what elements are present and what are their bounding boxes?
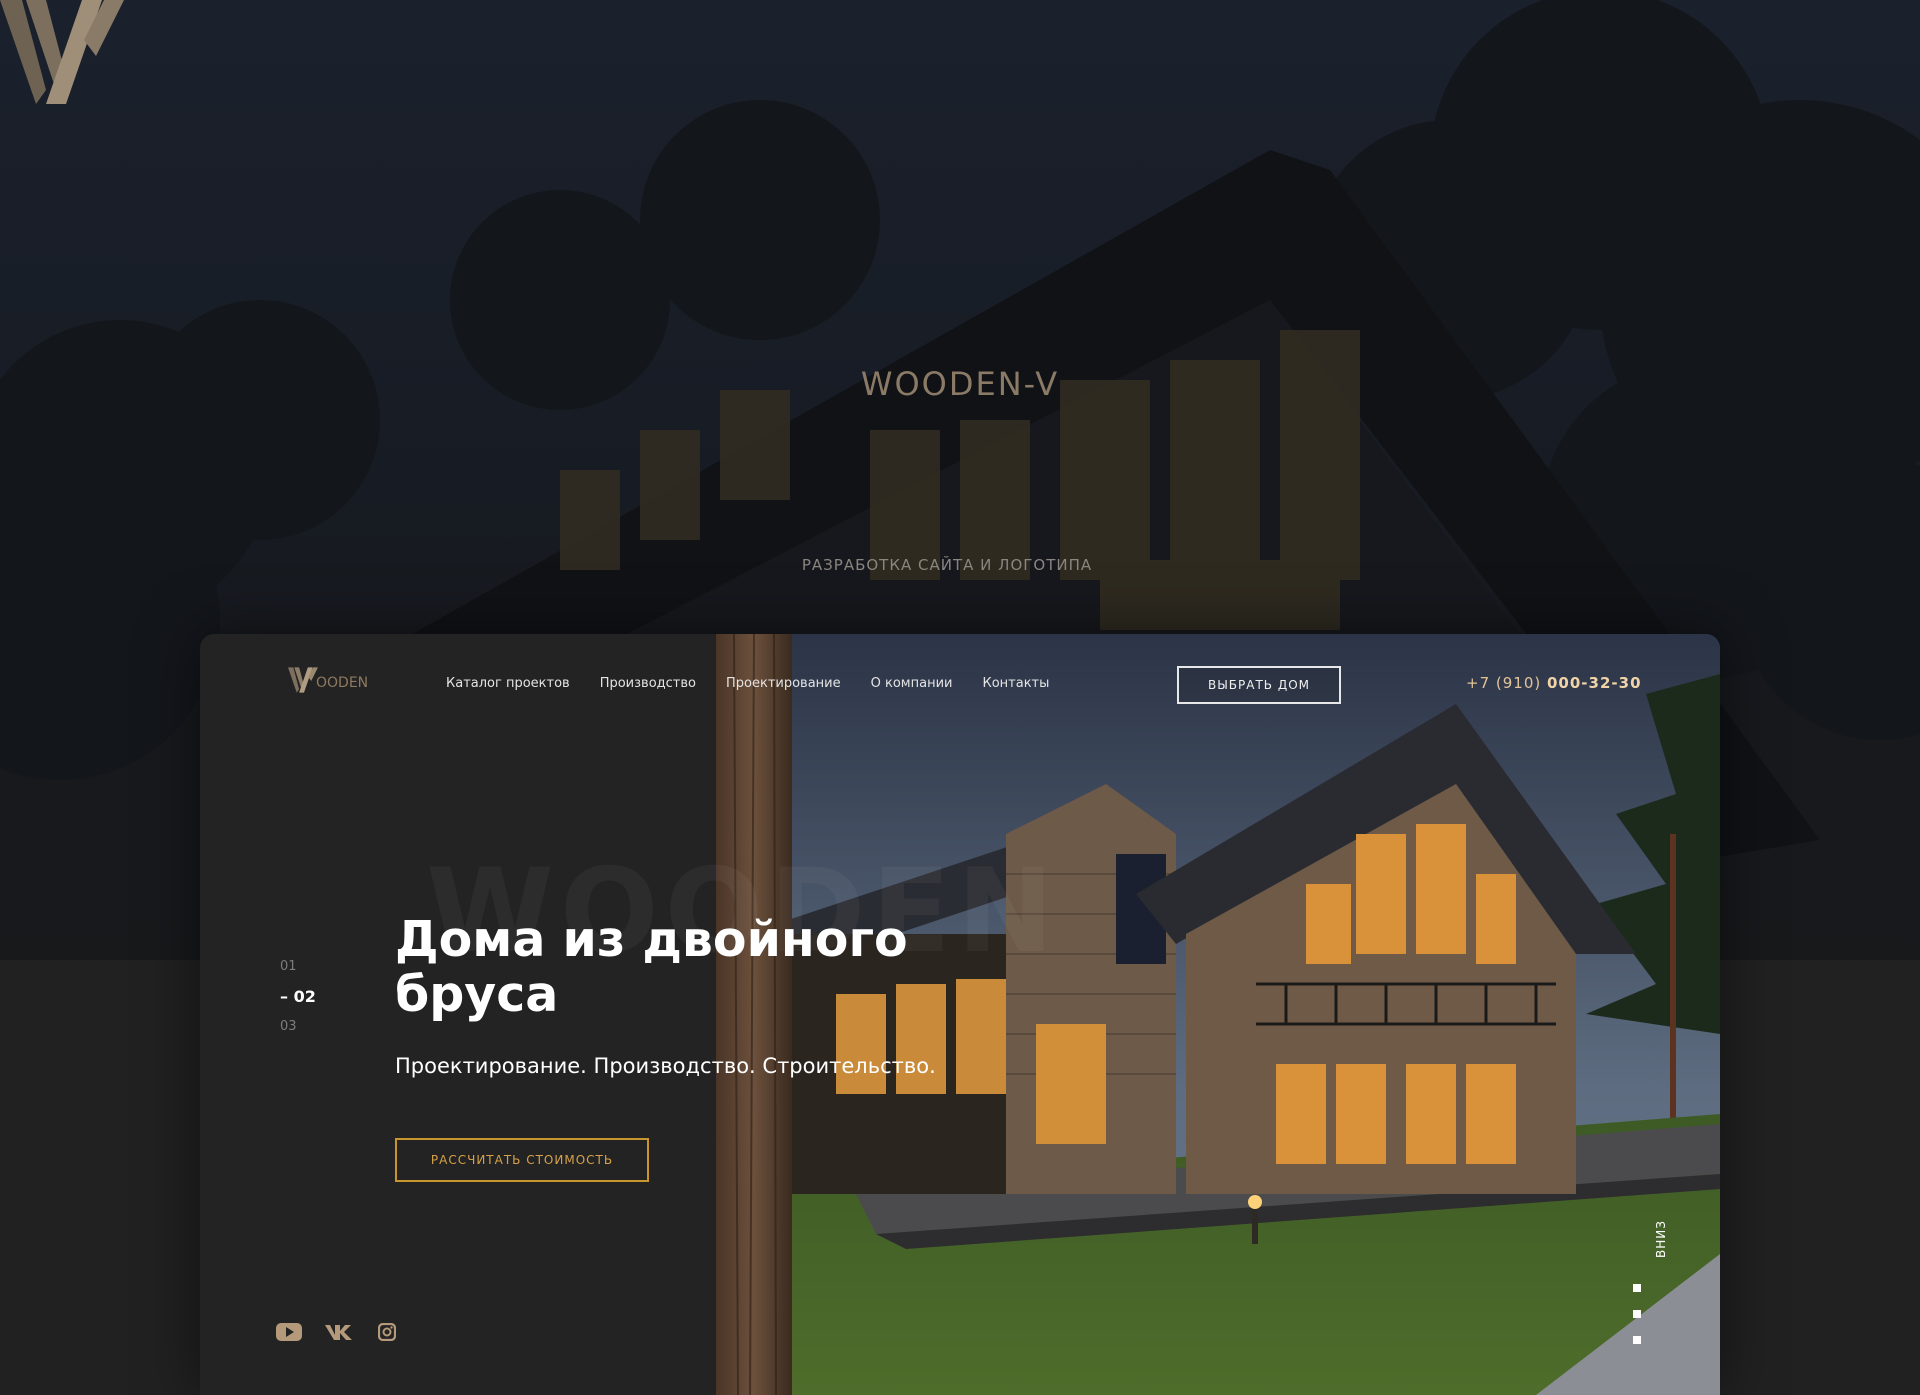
site-logo-text: OODEN (316, 675, 369, 691)
scroll-down-label[interactable]: ВНИЗ (1654, 1214, 1668, 1264)
slide-item-2[interactable]: – 02 (280, 982, 316, 1012)
instagram-icon[interactable] (378, 1323, 396, 1341)
slide-dot-3[interactable] (1633, 1336, 1641, 1344)
slide-item-1[interactable]: 01 (280, 952, 316, 982)
brand-name: WOODEN-V (860, 365, 1060, 403)
nav-item-contacts[interactable]: Контакты (982, 676, 1049, 691)
slide-dots (1633, 1284, 1641, 1362)
calculate-cost-button[interactable]: РАССЧИТАТЬ СТОИМОСТЬ (395, 1138, 649, 1182)
site-logo[interactable]: OODEN (288, 664, 368, 696)
hero-title: Дома из двойного бруса (395, 911, 908, 1023)
slide-item-3[interactable]: 03 (280, 1012, 316, 1042)
main-nav: Каталог проектов Производство Проектиров… (446, 676, 1049, 691)
vk-icon[interactable] (324, 1323, 356, 1341)
phone-prefix: +7 (910) (1466, 674, 1542, 692)
slide-dot-1[interactable] (1633, 1284, 1641, 1292)
choose-house-button[interactable]: ВЫБРАТЬ ДОМ (1177, 666, 1341, 704)
brand-logo-icon (0, 0, 124, 104)
slide-pager: 01 – 02 03 (280, 952, 316, 1042)
site-logo-icon (288, 667, 318, 693)
slide-dot-2[interactable] (1633, 1310, 1641, 1318)
presentation-subtitle: РАЗРАБОТКА САЙТА И ЛОГОТИПА (801, 556, 1093, 574)
hero-subtitle: Проектирование. Производство. Строительс… (395, 1054, 936, 1078)
nav-item-catalog[interactable]: Каталог проектов (446, 676, 570, 691)
phone-number[interactable]: +7 (910) 000-32-30 (1466, 674, 1642, 692)
nav-item-about[interactable]: О компании (871, 676, 953, 691)
youtube-icon[interactable] (276, 1322, 302, 1342)
nav-item-production[interactable]: Производство (600, 676, 696, 691)
phone-main: 000-32-30 (1547, 674, 1642, 692)
social-links (276, 1322, 396, 1342)
nav-item-design[interactable]: Проектирование (726, 676, 841, 691)
website-mockup: OODEN Каталог проектов Производство Прое… (200, 634, 1720, 1395)
